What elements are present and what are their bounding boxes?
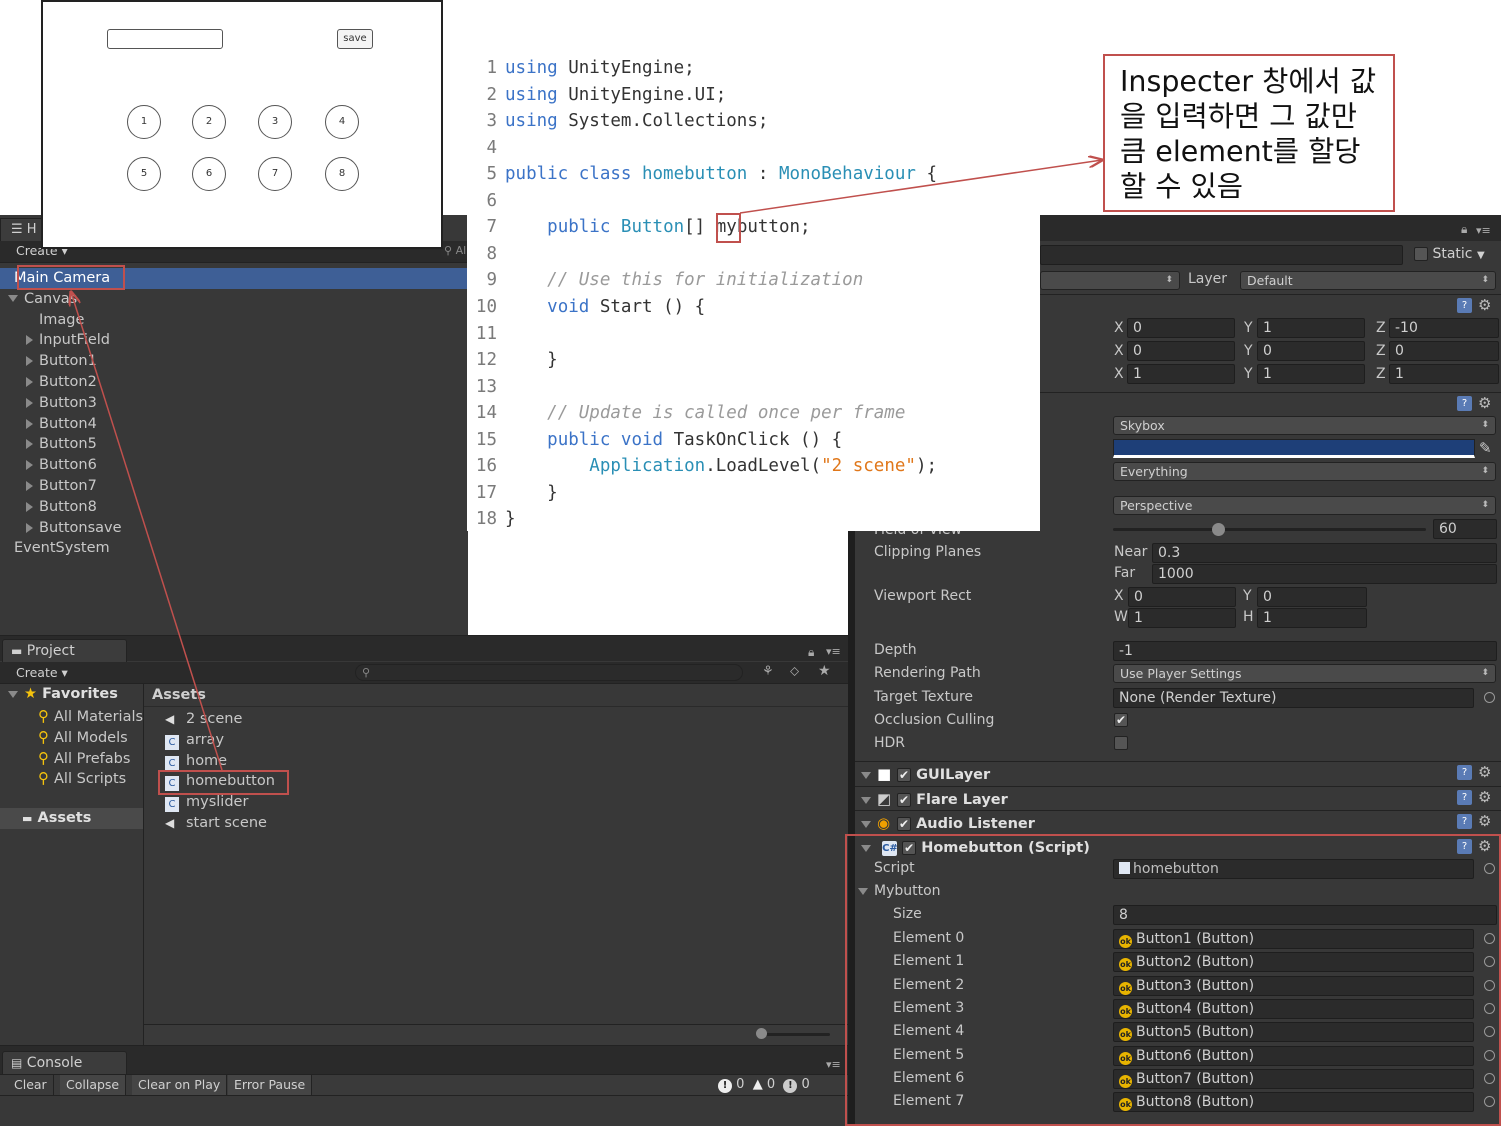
arrow-to-main-camera bbox=[71, 292, 223, 771]
annotation-arrows bbox=[0, 0, 1501, 771]
arrow-to-callout bbox=[739, 160, 1102, 214]
